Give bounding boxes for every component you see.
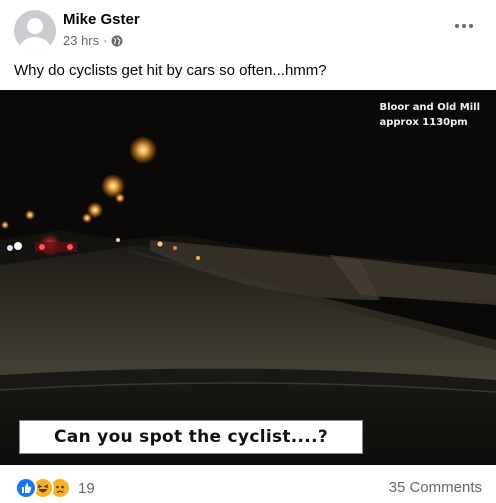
more-dot [469,24,473,28]
more-dot [455,24,459,28]
video-location-caption: Bloor and Old Mill approx 1130pm [379,100,480,130]
location-line: Bloor and Old Mill [379,102,480,113]
meta-separator: · [103,33,108,48]
post-video[interactable]: Bloor and Old Mill approx 1130pm Can you… [0,90,496,465]
night-road-scene [0,90,496,465]
time-line: approx 1130pm [379,117,468,128]
author-name[interactable]: Mike Gster [63,11,140,28]
post-caption: Why do cyclists get hit by cars so often… [14,62,327,79]
avatar-head [27,18,43,34]
post-time[interactable]: 23 hrs [63,33,99,48]
avatar-body [19,37,51,52]
question-text: Can you spot the cyclist....? [54,427,328,447]
post-meta: 23 hrs · [63,33,123,48]
avatar[interactable] [14,10,56,52]
video-question-banner: Can you spot the cyclist....? [19,420,363,454]
more-options-button[interactable] [452,14,476,38]
globe-icon[interactable] [111,35,123,47]
post-header: Mike Gster 23 hrs · [0,0,496,60]
reactions-summary[interactable]: 19 [15,477,95,499]
comments-count-link[interactable]: 35 Comments [389,479,482,496]
post-footer: 19 35 Comments [0,465,496,503]
like-icon [15,477,37,499]
more-dot [462,24,466,28]
reaction-count[interactable]: 19 [78,480,95,497]
